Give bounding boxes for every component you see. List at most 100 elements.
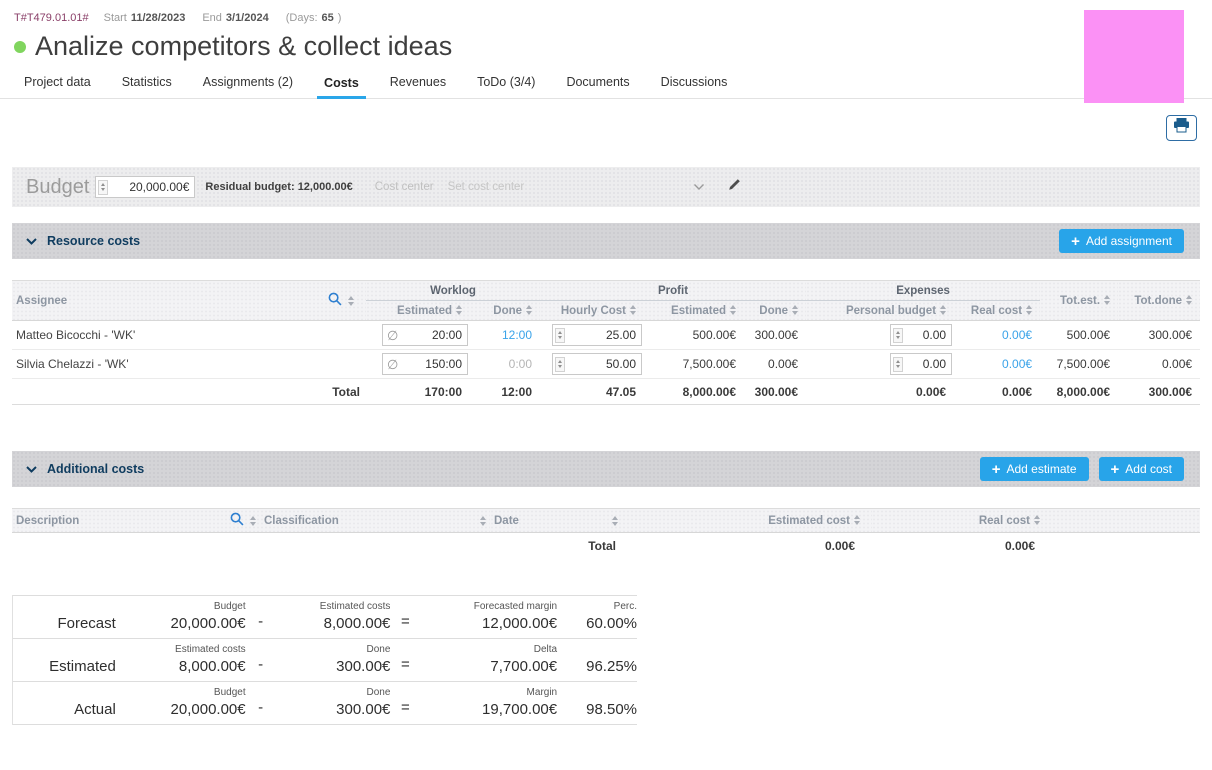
summary-row-forecast: Forecast Budget20,000.00€ - Estimated co… <box>13 595 637 638</box>
total-label: Total <box>12 379 366 405</box>
sort-icon[interactable] <box>526 305 532 315</box>
column-header-real-cost[interactable]: Real cost <box>872 509 1052 533</box>
print-button[interactable] <box>1166 115 1197 141</box>
tab-project-data[interactable]: Project data <box>24 75 91 98</box>
column-header-spacer <box>1052 509 1200 533</box>
summary-row-name: Actual <box>74 701 116 718</box>
tab-statistics[interactable]: Statistics <box>122 75 172 98</box>
column-header-profit-done[interactable]: Done <box>744 301 806 321</box>
real-cost-cell: 0.00€ <box>954 321 1040 350</box>
stepper-icon[interactable] <box>98 180 108 195</box>
search-icon[interactable] <box>328 292 342 309</box>
status-dot-icon <box>14 41 26 53</box>
chevron-down-icon[interactable] <box>26 232 37 250</box>
tab-todo[interactable]: ToDo (3/4) <box>477 75 535 98</box>
tot-est-cell: 500.00€ <box>1040 321 1118 350</box>
group-header-expenses: Expenses <box>806 281 1040 301</box>
tab-documents[interactable]: Documents <box>566 75 629 98</box>
worklog-estimated-input[interactable]: ∅ 150:00 <box>382 353 468 375</box>
summary-row-name: Estimated <box>49 658 116 675</box>
chevron-down-icon[interactable] <box>693 183 705 191</box>
total-real-cost: 0.00€ <box>872 533 1052 559</box>
sort-icon[interactable] <box>612 516 618 526</box>
profit-estimated-cell: 500.00€ <box>644 321 744 350</box>
tot-done-cell: 300.00€ <box>1118 321 1200 350</box>
sort-icon[interactable] <box>792 305 798 315</box>
column-header-classification[interactable]: Classification <box>260 509 490 533</box>
assignee-name: Matteo Bicocchi - 'WK' <box>12 321 366 350</box>
add-estimate-button[interactable]: + Add estimate <box>980 457 1089 481</box>
personal-budget-input[interactable]: 0.00 <box>890 353 952 375</box>
sort-icon[interactable] <box>1034 515 1040 525</box>
column-header-estimated-cost[interactable]: Estimated cost <box>622 509 872 533</box>
worklog-done-cell: 0:00 <box>470 350 540 379</box>
sort-icon[interactable] <box>348 296 354 306</box>
personal-budget-cell: 0.00 <box>806 321 954 350</box>
worklog-done-cell: 12:00 <box>470 321 540 350</box>
tot-est-cell: 7,500.00€ <box>1040 350 1118 379</box>
hourly-cost-input[interactable]: 25.00 <box>552 324 642 346</box>
worklog-done-link[interactable]: 12:00 <box>502 328 532 342</box>
sort-icon[interactable] <box>250 516 256 526</box>
stepper-icon[interactable] <box>893 328 903 343</box>
column-header-real-cost[interactable]: Real cost <box>954 301 1040 321</box>
cost-center-placeholder: Set cost center <box>448 181 525 193</box>
total-tot-done: 300.00€ <box>1118 379 1200 405</box>
budget-input[interactable]: 20,000.00€ <box>95 176 195 198</box>
assignee-name: Silvia Chelazzi - 'WK' <box>12 350 366 379</box>
additional-costs-table: Description Classification Date Estimate… <box>12 508 1200 559</box>
column-header-hourly-cost[interactable]: Hourly Cost <box>540 301 644 321</box>
column-header-tot-done[interactable]: Tot.done <box>1118 281 1200 321</box>
summary-row-actual: Actual Budget20,000.00€ - Done300.00€ = … <box>13 681 637 725</box>
edit-budget-button[interactable] <box>727 177 742 197</box>
tab-discussions[interactable]: Discussions <box>661 75 728 98</box>
search-icon[interactable] <box>230 512 244 529</box>
sort-icon[interactable] <box>730 305 736 315</box>
sort-icon[interactable] <box>940 305 946 315</box>
stepper-icon[interactable] <box>893 357 903 372</box>
add-cost-button[interactable]: + Add cost <box>1099 457 1184 481</box>
personal-budget-input[interactable]: 0.00 <box>890 324 952 346</box>
chevron-down-icon[interactable] <box>26 460 37 478</box>
sort-icon[interactable] <box>630 305 636 315</box>
hourly-cost-input[interactable]: 50.00 <box>552 353 642 375</box>
worklog-estimated-cell: ∅ 20:00 <box>366 321 470 350</box>
add-assignment-button[interactable]: + Add assignment <box>1059 229 1184 253</box>
worklog-estimated-input[interactable]: ∅ 20:00 <box>382 324 468 346</box>
title-row: Analize competitors & collect ideas <box>14 31 1212 62</box>
budget-bar: Budget 20,000.00€ Residual budget: 12,00… <box>12 167 1200 207</box>
sort-icon[interactable] <box>480 516 486 526</box>
table-row: Matteo Bicocchi - 'WK' ∅ 20:00 12:00 25.… <box>12 321 1200 350</box>
tab-revenues[interactable]: Revenues <box>390 75 446 98</box>
worklog-estimated-cell: ∅ 150:00 <box>366 350 470 379</box>
column-header-profit-estimated[interactable]: Estimated <box>644 301 744 321</box>
column-header-worklog-done[interactable]: Done <box>470 301 540 321</box>
plus-icon: + <box>992 462 1001 477</box>
project-code: T#T479.01.01# <box>14 12 89 24</box>
tot-done-cell: 0.00€ <box>1118 350 1200 379</box>
column-header-worklog-estimated[interactable]: Estimated <box>366 301 470 321</box>
sort-icon[interactable] <box>456 305 462 315</box>
total-worklog-done: 12:00 <box>470 379 540 405</box>
column-header-date[interactable]: Date <box>490 509 622 533</box>
real-cost-link[interactable]: 0.00€ <box>1002 328 1032 342</box>
cost-summary-table: Forecast Budget20,000.00€ - Estimated co… <box>12 595 637 725</box>
tab-costs[interactable]: Costs <box>317 76 366 99</box>
profit-estimated-cell: 7,500.00€ <box>644 350 744 379</box>
sticky-note[interactable] <box>1084 10 1184 103</box>
sort-icon[interactable] <box>1186 295 1192 305</box>
column-header-tot-est[interactable]: Tot.est. <box>1040 281 1118 321</box>
sort-icon[interactable] <box>854 515 860 525</box>
column-header-personal-budget[interactable]: Personal budget <box>806 301 954 321</box>
sort-icon[interactable] <box>1026 305 1032 315</box>
days-suffix: ) <box>338 12 342 24</box>
real-cost-link[interactable]: 0.00€ <box>1002 357 1032 371</box>
sort-icon[interactable] <box>1104 295 1110 305</box>
cost-center-select[interactable]: Cost center Set cost center <box>375 181 705 193</box>
stepper-icon[interactable] <box>555 328 565 343</box>
tab-assignments[interactable]: Assignments (2) <box>203 75 293 98</box>
summary-row-estimated: Estimated Estimated costs8,000.00€ - Don… <box>13 638 637 681</box>
stepper-icon[interactable] <box>555 357 565 372</box>
residual-budget: Residual budget: 12,000.00€ <box>205 181 352 193</box>
resource-costs-table: Assignee Worklog Profit Expenses Tot.est… <box>12 280 1200 405</box>
